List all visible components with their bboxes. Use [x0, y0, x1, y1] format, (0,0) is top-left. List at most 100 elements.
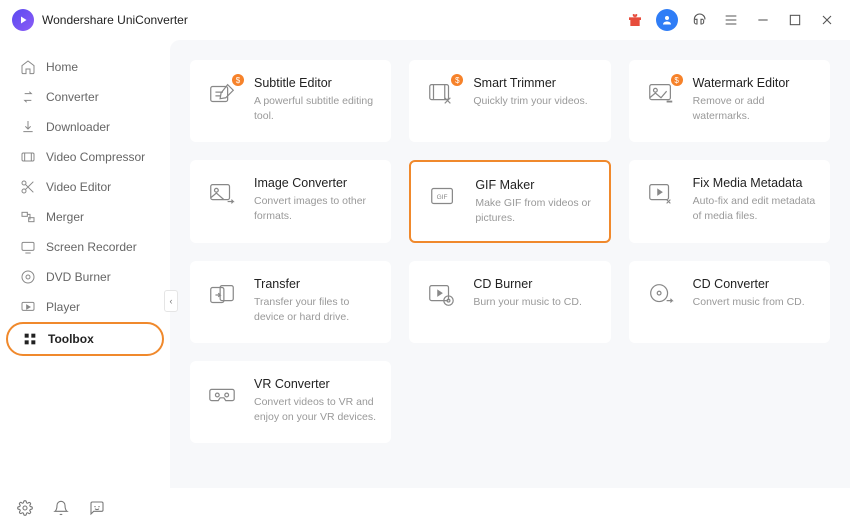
- card-title: CD Burner: [473, 277, 596, 291]
- card-body: Smart Trimmer Quickly trim your videos.: [473, 76, 596, 109]
- sidebar-item-label: DVD Burner: [46, 270, 111, 284]
- titlebar-right: [624, 9, 838, 31]
- toolbox-icon: [22, 331, 38, 347]
- app-title: Wondershare UniConverter: [42, 13, 188, 27]
- sidebar-item-converter[interactable]: Converter: [6, 82, 164, 112]
- premium-badge: $: [451, 74, 463, 86]
- card-body: Subtitle Editor A powerful subtitle edit…: [254, 76, 377, 123]
- smart-trimmer-icon: $: [423, 76, 459, 112]
- sidebar-item-video-compressor[interactable]: Video Compressor: [6, 142, 164, 172]
- card-transfer[interactable]: Transfer Transfer your files to device o…: [190, 261, 391, 343]
- titlebar-left: Wondershare UniConverter: [12, 9, 188, 31]
- maximize-button[interactable]: [784, 9, 806, 31]
- card-smart-trimmer[interactable]: $ Smart Trimmer Quickly trim your videos…: [409, 60, 610, 142]
- sidebar-item-dvd-burner[interactable]: DVD Burner: [6, 262, 164, 292]
- card-desc: Convert videos to VR and enjoy on your V…: [254, 395, 377, 424]
- sidebar-item-label: Downloader: [46, 120, 110, 134]
- premium-badge: $: [232, 74, 244, 86]
- card-gif-maker[interactable]: GIF GIF Maker Make GIF from videos or pi…: [409, 160, 610, 243]
- settings-icon[interactable]: [16, 499, 34, 517]
- feedback-icon[interactable]: [88, 499, 106, 517]
- card-body: CD Converter Convert music from CD.: [693, 277, 816, 310]
- card-body: VR Converter Convert videos to VR and en…: [254, 377, 377, 424]
- card-title: CD Converter: [693, 277, 816, 291]
- content-area: $ Subtitle Editor A powerful subtitle ed…: [170, 40, 850, 488]
- card-desc: A powerful subtitle editing tool.: [254, 94, 377, 123]
- support-icon[interactable]: [688, 9, 710, 31]
- titlebar: Wondershare UniConverter: [0, 0, 850, 40]
- menu-icon[interactable]: [720, 9, 742, 31]
- card-title: Fix Media Metadata: [693, 176, 816, 190]
- card-vr-converter[interactable]: VR Converter Convert videos to VR and en…: [190, 361, 391, 443]
- cd-converter-icon: [643, 277, 679, 313]
- svg-text:GIF: GIF: [437, 194, 448, 201]
- card-desc: Quickly trim your videos.: [473, 94, 596, 109]
- card-body: Image Converter Convert images to other …: [254, 176, 377, 223]
- card-subtitle-editor[interactable]: $ Subtitle Editor A powerful subtitle ed…: [190, 60, 391, 142]
- sidebar-item-label: Converter: [46, 90, 99, 104]
- card-image-converter[interactable]: Image Converter Convert images to other …: [190, 160, 391, 243]
- sidebar-item-screen-recorder[interactable]: Screen Recorder: [6, 232, 164, 262]
- card-title: Subtitle Editor: [254, 76, 377, 90]
- close-button[interactable]: [816, 9, 838, 31]
- card-body: Watermark Editor Remove or add watermark…: [693, 76, 816, 123]
- sidebar-item-label: Home: [46, 60, 78, 74]
- minimize-button[interactable]: [752, 9, 774, 31]
- gif-maker-icon: GIF: [425, 178, 461, 214]
- converter-icon: [20, 89, 36, 105]
- merger-icon: [20, 209, 36, 225]
- sidebar-item-video-editor[interactable]: Video Editor: [6, 172, 164, 202]
- sidebar-item-label: Video Editor: [46, 180, 111, 194]
- sidebar-collapse-handle[interactable]: ‹: [164, 290, 178, 312]
- card-cd-converter[interactable]: CD Converter Convert music from CD.: [629, 261, 830, 343]
- card-desc: Make GIF from videos or pictures.: [475, 196, 594, 225]
- card-title: Watermark Editor: [693, 76, 816, 90]
- sidebar-item-downloader[interactable]: Downloader: [6, 112, 164, 142]
- sidebar-item-label: Video Compressor: [46, 150, 145, 164]
- card-desc: Burn your music to CD.: [473, 295, 596, 310]
- app-logo: [12, 9, 34, 31]
- main-area: Home Converter Downloader Video Compress…: [0, 40, 850, 488]
- vr-icon: [204, 377, 240, 413]
- user-avatar[interactable]: [656, 9, 678, 31]
- screen-recorder-icon: [20, 239, 36, 255]
- card-title: Image Converter: [254, 176, 377, 190]
- bottombar: [0, 488, 850, 528]
- subtitle-editor-icon: $: [204, 76, 240, 112]
- sidebar-item-label: Merger: [46, 210, 84, 224]
- sidebar-item-label: Toolbox: [48, 332, 94, 346]
- sidebar: Home Converter Downloader Video Compress…: [0, 40, 170, 488]
- sidebar-item-home[interactable]: Home: [6, 52, 164, 82]
- card-desc: Transfer your files to device or hard dr…: [254, 295, 377, 324]
- card-desc: Convert music from CD.: [693, 295, 816, 310]
- card-desc: Auto-fix and edit metadata of media file…: [693, 194, 816, 223]
- scissors-icon: [20, 179, 36, 195]
- card-title: VR Converter: [254, 377, 377, 391]
- image-converter-icon: [204, 176, 240, 212]
- card-body: CD Burner Burn your music to CD.: [473, 277, 596, 310]
- card-watermark-editor[interactable]: $ Watermark Editor Remove or add waterma…: [629, 60, 830, 142]
- sidebar-item-toolbox[interactable]: Toolbox: [6, 322, 164, 356]
- notifications-icon[interactable]: [52, 499, 70, 517]
- home-icon: [20, 59, 36, 75]
- sidebar-item-label: Screen Recorder: [46, 240, 137, 254]
- card-body: Transfer Transfer your files to device o…: [254, 277, 377, 324]
- watermark-icon: $: [643, 76, 679, 112]
- downloader-icon: [20, 119, 36, 135]
- card-cd-burner[interactable]: CD Burner Burn your music to CD.: [409, 261, 610, 343]
- card-title: Smart Trimmer: [473, 76, 596, 90]
- card-desc: Convert images to other formats.: [254, 194, 377, 223]
- player-icon: [20, 299, 36, 315]
- card-title: GIF Maker: [475, 178, 594, 192]
- card-desc: Remove or add watermarks.: [693, 94, 816, 123]
- sidebar-item-merger[interactable]: Merger: [6, 202, 164, 232]
- premium-badge: $: [671, 74, 683, 86]
- sidebar-item-player[interactable]: Player: [6, 292, 164, 322]
- dvd-icon: [20, 269, 36, 285]
- card-fix-media-metadata[interactable]: Fix Media Metadata Auto-fix and edit met…: [629, 160, 830, 243]
- tools-grid: $ Subtitle Editor A powerful subtitle ed…: [190, 60, 830, 443]
- sidebar-item-label: Player: [46, 300, 80, 314]
- card-body: Fix Media Metadata Auto-fix and edit met…: [693, 176, 816, 223]
- metadata-icon: [643, 176, 679, 212]
- gift-icon[interactable]: [624, 9, 646, 31]
